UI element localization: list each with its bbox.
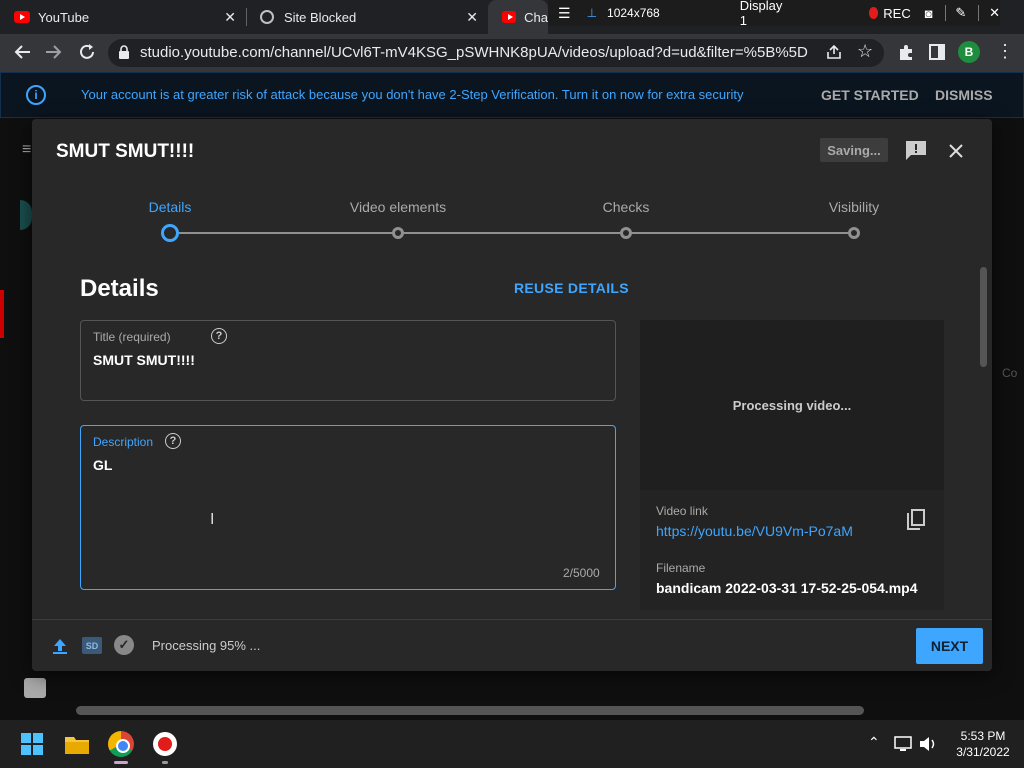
details-heading: Details [80,275,159,302]
reuse-details-button[interactable]: REUSE DETAILS [514,280,629,296]
step-checks-dot[interactable] [620,227,632,239]
close-tab-icon[interactable]: ✕ [224,9,236,26]
file-explorer-icon[interactable] [64,733,90,755]
tab-title: Site Blocked [284,9,357,25]
lock-icon[interactable] [118,45,130,59]
background-text: Co [1002,366,1018,380]
divider [944,5,946,21]
browser-menu-icon[interactable]: ⋮ [996,41,1014,61]
profile-avatar[interactable]: B [958,41,980,63]
windows-start-icon[interactable] [21,733,43,755]
tab-site-blocked[interactable]: Site Blocked ✕ [246,0,488,34]
active-app-indicator [114,761,128,764]
description-field[interactable] [80,425,616,590]
tab-channel[interactable]: Cha [488,0,548,34]
background-avatar [20,200,32,230]
banner-message: Your account is at greater risk of attac… [81,87,744,102]
description-field-label: Description [93,435,154,449]
chrome-icon-center [116,739,130,753]
close-tab-icon[interactable]: ✕ [466,9,478,26]
menu-icon[interactable]: ☰ [558,5,571,22]
tab-title: Cha [524,9,548,25]
divider [978,5,980,21]
dismiss-button[interactable]: DISMISS [935,87,993,103]
close-icon[interactable]: ✕ [989,5,1000,21]
help-icon[interactable]: ? [211,328,227,344]
pin-icon[interactable]: ⊥ [587,6,597,20]
share-icon[interactable] [826,44,842,60]
video-link-label: Video link [656,504,708,518]
title-field-label: Title (required) [93,330,171,344]
rec-label[interactable]: REC [883,6,910,21]
clock-time[interactable]: 5:53 PM [950,729,1016,743]
back-icon[interactable] [12,43,32,61]
feedback-icon [24,678,46,698]
show-hidden-icons-icon[interactable]: ⌃ [868,734,880,751]
processing-status: Processing 95% ... [152,638,261,653]
hd-processing-icon[interactable]: SD [82,637,102,654]
upload-icon[interactable] [52,637,68,655]
tab-youtube[interactable]: YouTube ✕ [0,0,246,34]
studio-menu-icon: ≡ [22,141,32,158]
app-indicator [162,761,168,764]
copy-icon[interactable] [906,509,926,531]
globe-icon [260,10,274,24]
filename-value: bandicam 2022-03-31 17-52-25-054.mp4 [656,580,918,596]
step-details-dot[interactable] [161,224,179,242]
extensions-puzzle-icon[interactable] [897,43,915,61]
url-text[interactable]: studio.youtube.com/channel/UCvl6T-mV4KSG… [140,44,808,61]
step-visibility-dot[interactable] [848,227,860,239]
record-dot-icon[interactable] [868,7,879,19]
reload-icon[interactable] [77,42,97,62]
step-details-label[interactable]: Details [149,199,192,215]
recorder-display[interactable]: Display 1 [740,0,783,28]
network-icon[interactable] [894,736,914,752]
tab-title: YouTube [38,9,90,25]
filename-label: Filename [656,561,706,575]
stepper-line [170,232,854,234]
dialog-scrollbar[interactable] [980,267,987,367]
next-button[interactable]: NEXT [916,628,983,664]
recorder-resolution: 1024x768 [607,6,660,20]
bookmark-star-icon[interactable]: ☆ [857,41,873,62]
camera-icon[interactable]: ◙ [925,6,933,21]
processing-video-text: Processing video... [732,398,852,413]
step-video-elements-label[interactable]: Video elements [350,199,446,215]
video-link[interactable]: https://youtu.be/VU9Vm-Po7aM [656,523,853,539]
youtube-favicon-icon [502,11,517,23]
close-dialog-icon[interactable] [948,143,964,159]
forward-icon[interactable] [44,43,64,61]
recorder-bar: ☰ ⊥ 1024x768 Display 1 REC ◙ ✎ ✕ [548,0,1000,28]
volume-icon[interactable] [918,735,938,753]
recorder-app-icon-dot [158,737,172,751]
character-count: 2/5000 [563,566,600,580]
background-active-indicator [0,290,4,338]
get-started-button[interactable]: GET STARTED [821,87,919,103]
pencil-icon[interactable]: ✎ [955,5,966,21]
title-input[interactable]: SMUT SMUT!!!! [93,352,195,368]
saving-badge: Saving... [820,138,888,162]
upload-dialog: SMUT SMUT!!!! Saving... Details Video el… [32,119,992,671]
step-visibility-label[interactable]: Visibility [829,199,879,215]
youtube-favicon-icon [14,11,30,23]
text-cursor-icon: I [210,511,215,528]
dialog-title: SMUT SMUT!!!! [56,141,195,162]
checks-icon[interactable]: ✓ [114,635,134,655]
info-icon: i [26,85,46,105]
footer-divider [32,619,992,620]
clock-date[interactable]: 3/31/2022 [950,745,1016,759]
step-checks-label[interactable]: Checks [603,199,650,215]
feedback-icon[interactable] [905,140,927,160]
description-input[interactable]: GL [93,457,112,473]
step-video-elements-dot[interactable] [392,227,404,239]
side-panel-icon[interactable] [929,44,945,60]
help-icon[interactable]: ? [165,433,181,449]
horizontal-scrollbar[interactable] [76,706,864,715]
